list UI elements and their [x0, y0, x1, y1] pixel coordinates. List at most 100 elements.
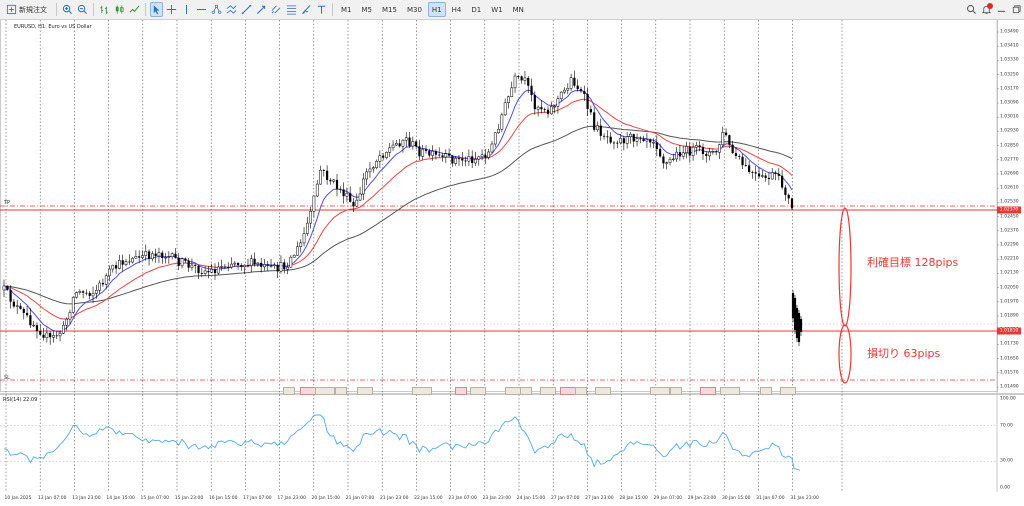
price-label: 1.03410: [1000, 43, 1019, 49]
pitchfork-button[interactable]: [300, 2, 313, 17]
candle-body: [760, 175, 764, 177]
event-marker[interactable]: [283, 387, 295, 395]
candle-body: [283, 262, 286, 270]
candle-body: [151, 253, 154, 260]
timeframe-m30[interactable]: M30: [403, 2, 426, 17]
event-marker[interactable]: [357, 387, 373, 395]
candle-body: [200, 273, 203, 274]
timeframe-h4[interactable]: H4: [448, 2, 466, 17]
event-marker[interactable]: [455, 387, 467, 395]
zoom-out-button[interactable]: [76, 2, 89, 17]
timeframe-w1[interactable]: W1: [487, 2, 506, 17]
candle-body: [157, 252, 161, 257]
crosshair-button[interactable]: [165, 2, 178, 17]
event-marker[interactable]: [595, 387, 611, 395]
time-label: 20 Jan 15:00: [311, 496, 341, 501]
candle-body: [371, 167, 375, 170]
zoom-in-icon: [62, 4, 72, 14]
text-tool-button[interactable]: [315, 2, 328, 17]
event-marker[interactable]: [315, 387, 335, 395]
candle-body: [510, 87, 514, 97]
candle-body: [141, 255, 144, 258]
timeframe-m5[interactable]: M5: [358, 2, 377, 17]
timeframe-h1[interactable]: H1: [427, 2, 446, 17]
candle-body: [454, 158, 458, 164]
candle-body: [728, 135, 731, 145]
event-marker[interactable]: [760, 387, 772, 395]
event-marker[interactable]: [540, 387, 556, 395]
timeframe-m1[interactable]: M1: [337, 2, 356, 17]
event-marker[interactable]: [700, 387, 716, 395]
event-marker[interactable]: [412, 387, 432, 395]
horizontal-line-button[interactable]: [195, 2, 208, 17]
zoom-in-button[interactable]: [61, 2, 74, 17]
candle-body: [223, 266, 227, 268]
candle-body: [246, 265, 250, 266]
search-button[interactable]: [965, 2, 978, 17]
candle-body: [632, 134, 635, 142]
candle-body: [503, 102, 507, 116]
bar-chart-button[interactable]: [98, 2, 111, 17]
event-marker[interactable]: [335, 387, 347, 395]
timeframe-mn[interactable]: MN: [509, 2, 528, 17]
line-chart-button[interactable]: [128, 2, 141, 17]
event-marker[interactable]: [670, 387, 682, 395]
candle-body: [401, 139, 405, 147]
time-label: 23 Jan 23:00: [482, 496, 512, 501]
restore-button[interactable]: [1010, 2, 1023, 17]
toolbar-right: [964, 2, 1024, 17]
candle-body: [65, 318, 68, 326]
candle-body: [757, 173, 761, 177]
time-axis[interactable]: 10 Jan 2025 13 Jan 07:00 13 Jan 23:00 14 Ja…: [0, 492, 997, 506]
notifications-button[interactable]: [980, 2, 993, 17]
event-marker[interactable]: [470, 387, 486, 395]
candle-body: [655, 142, 658, 150]
candle-body: [484, 154, 487, 158]
candle-body: [751, 171, 754, 173]
price-label: 1.01650: [1000, 356, 1019, 362]
candle-body: [6, 285, 9, 290]
channel-button[interactable]: [225, 2, 238, 17]
candle-body: [58, 333, 62, 337]
price-label: 1.02450: [1000, 214, 1019, 220]
candle-body: [464, 160, 467, 162]
candle-body: [203, 270, 207, 274]
event-marker[interactable]: [720, 387, 740, 395]
candle-body: [589, 109, 592, 113]
rsi-line: [3, 414, 801, 471]
candle-body: [741, 156, 744, 166]
candle-body: [339, 188, 342, 190]
objects-button[interactable]: [210, 2, 223, 17]
candle-body: [49, 332, 52, 338]
candle-body: [649, 139, 652, 143]
chart-window[interactable]: EURUSD, H1: Euro vs US Dollar TP SL RSI(…: [0, 20, 1024, 506]
candle-body: [490, 143, 494, 153]
arrow-line-icon: [257, 5, 266, 14]
candle-body: [474, 159, 477, 164]
event-marker[interactable]: [650, 387, 670, 395]
candle-body: [583, 91, 586, 94]
event-marker[interactable]: [780, 387, 796, 395]
trendline-button[interactable]: [240, 2, 253, 17]
event-marker[interactable]: [575, 387, 587, 395]
time-label: 21 Jan 23:00: [379, 496, 409, 501]
timeframe-m15[interactable]: M15: [378, 2, 401, 17]
equidistant-channel-button[interactable]: [270, 2, 283, 17]
cursor-button[interactable]: [150, 2, 163, 17]
timeframe-d1[interactable]: D1: [467, 2, 485, 17]
event-marker[interactable]: [520, 387, 532, 395]
candle-body: [227, 266, 230, 268]
fibonacci-button[interactable]: [285, 2, 298, 17]
candlesticks: [2, 70, 803, 346]
arrow-line-button[interactable]: [255, 2, 268, 17]
time-label: 24 Jan 15:00: [516, 496, 546, 501]
minimize-button[interactable]: [995, 2, 1008, 17]
candle-body: [134, 256, 138, 259]
vertical-line-button[interactable]: [180, 2, 193, 17]
new-order-button[interactable]: 新規注文: [1, 2, 52, 17]
candle-body: [438, 154, 441, 156]
candle-body: [213, 269, 217, 274]
candlestick-button[interactable]: [113, 2, 126, 17]
candle-body: [556, 98, 560, 107]
event-marker[interactable]: [300, 387, 316, 395]
